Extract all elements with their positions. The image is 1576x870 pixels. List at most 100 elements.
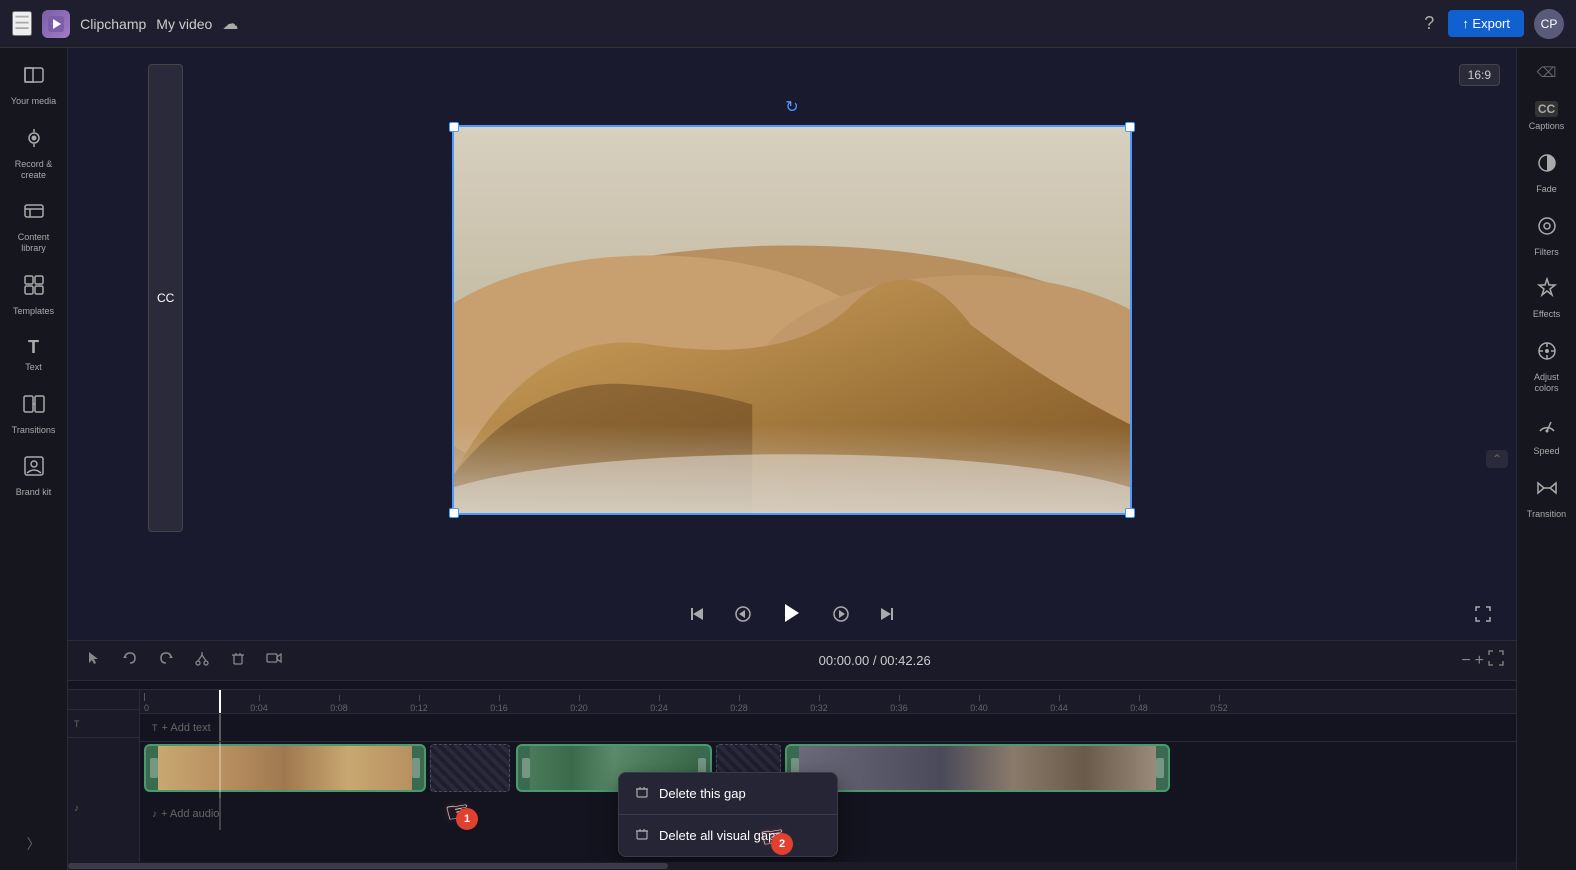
speed-label: Speed [1533,446,1559,457]
your-media-label: Your media [11,96,56,107]
undo-button[interactable] [116,646,144,675]
cursor-badge-1: 1 [456,808,478,830]
your-media-icon [23,64,45,92]
sidebar-item-transition[interactable]: Transition [1519,469,1575,528]
timeline-scrollbar[interactable] [68,862,1516,870]
timeline-time-display: 00:00.00 / 00:42.26 [296,653,1453,668]
fit-to-window-button[interactable] [1488,650,1504,671]
timeline-collapse-button[interactable]: ⌃ [1486,450,1508,468]
zoom-controls: − + [1461,650,1504,671]
sidebar-item-brand-kit[interactable]: Brand kit [4,447,64,506]
play-button[interactable] [776,597,808,635]
video-track-label [68,738,139,794]
effects-label: Effects [1533,309,1560,320]
redo-button[interactable] [152,646,180,675]
record-create-icon [23,127,45,155]
skip-to-end-button[interactable] [874,601,900,632]
resize-handle-tr[interactable] [1125,122,1135,132]
hamburger-button[interactable]: ☰ [12,11,32,36]
delete-button[interactable] [224,646,252,675]
audio-track-label: ♪ [68,794,139,822]
rotate-handle[interactable]: ↻ [782,97,802,117]
aspect-ratio-badge[interactable]: 16:9 [1459,64,1500,86]
zoom-out-button[interactable]: − [1461,652,1470,670]
add-text-button[interactable]: T + Add text [144,718,219,738]
sidebar-item-speed[interactable]: Speed [1519,406,1575,465]
content-library-label: Content library [8,232,60,254]
content-library-icon [23,200,45,228]
delete-this-gap-item[interactable]: Delete this gap [619,773,837,814]
zoom-in-button[interactable]: + [1475,652,1484,670]
delete-all-gaps-item[interactable]: Delete all visual gaps [619,815,837,856]
select-tool-button[interactable] [80,646,108,675]
cloud-save-icon[interactable]: ☁ [222,14,238,34]
text-track-row: T + Add text [140,714,1516,742]
sidebar-item-effects[interactable]: Effects [1519,269,1575,328]
right-sidebar-collapse[interactable]: ⌫ [1529,56,1565,89]
avatar[interactable]: CP [1534,9,1564,39]
timeline-content: T ♪ [68,690,1516,862]
transitions-label: Transitions [12,425,56,436]
timeline-scroll-area[interactable]: 0 0:04 0:08 [140,690,1516,862]
app-logo [42,10,70,38]
add-media-button[interactable] [260,646,288,675]
video-title[interactable]: My video [156,16,212,32]
filters-label: Filters [1534,247,1559,258]
fullscreen-button[interactable] [1470,601,1496,632]
sidebar-item-text[interactable]: T Text [4,329,64,381]
cut-button[interactable] [188,646,216,675]
templates-icon [23,274,45,302]
text-label: Text [25,362,42,373]
timeline-toolbar: 00:00.00 / 00:42.26 − + [68,641,1516,681]
sidebar-collapse-button[interactable]: 〉 [19,826,49,862]
gap-indicator-1[interactable] [430,744,510,792]
sidebar-item-your-media[interactable]: Your media [4,56,64,115]
brand-kit-icon [23,455,45,483]
right-sidebar: ⌫ CC Captions Fade Filters [1516,48,1576,870]
sidebar-item-transitions[interactable]: Transitions [4,385,64,444]
add-audio-button[interactable]: ♪ + Add audio [144,804,227,824]
transition-icon [1536,477,1558,505]
sidebar-item-templates[interactable]: Templates [4,266,64,325]
record-create-label: Record & create [8,159,60,181]
adjust-colors-label: Adjust colors [1523,372,1571,394]
timeline-scrollbar-thumb[interactable] [68,863,668,869]
video-track: Delete this gap [140,742,1516,798]
clip-right-handle-3[interactable] [1156,758,1164,778]
skip-to-start-button[interactable] [684,601,710,632]
main-area: Your media Record & create [0,48,1576,870]
app-name: Clipchamp [80,16,146,32]
brand-kit-label: Brand kit [16,487,52,498]
sidebar-item-fade[interactable]: Fade [1519,144,1575,203]
trash-icon-1 [635,785,649,802]
delete-this-gap-label: Delete this gap [659,786,746,801]
speed-icon [1536,414,1558,442]
video-clip-1[interactable] [144,744,426,792]
topbar: ☰ Clipchamp My video ☁ ? ↑ Export CP [0,0,1576,48]
fast-forward-button[interactable] [828,601,854,632]
sidebar-item-record-create[interactable]: Record & create [4,119,64,189]
video-clip-3[interactable] [785,744,1170,792]
clip-right-handle-1[interactable] [412,758,420,778]
export-button[interactable]: ↑ Export [1448,10,1524,37]
sidebar-item-captions[interactable]: CC Captions [1519,93,1575,140]
timeline-ruler: 0 0:04 0:08 [140,690,1516,714]
video-frame[interactable]: ↻ [452,125,1132,515]
clip-left-handle-2[interactable] [522,758,530,778]
captions-button[interactable]: CC [148,64,183,532]
clip-left-handle-1[interactable] [150,758,158,778]
timeline-area: 00:00.00 / 00:42.26 − + [68,640,1516,870]
help-button[interactable]: ? [1420,9,1438,38]
resize-handle-bl[interactable] [449,508,459,518]
adjust-colors-icon [1536,340,1558,368]
sidebar-item-adjust-colors[interactable]: Adjust colors [1519,332,1575,402]
resize-handle-br[interactable] [1125,508,1135,518]
text-track-label: T [68,710,139,738]
effects-icon [1536,277,1558,305]
sidebar-item-filters[interactable]: Filters [1519,207,1575,266]
resize-handle-tl[interactable] [449,122,459,132]
transitions-icon [23,393,45,421]
sidebar-item-content-library[interactable]: Content library [4,192,64,262]
rewind-button[interactable] [730,601,756,632]
transition-label: Transition [1527,509,1566,520]
